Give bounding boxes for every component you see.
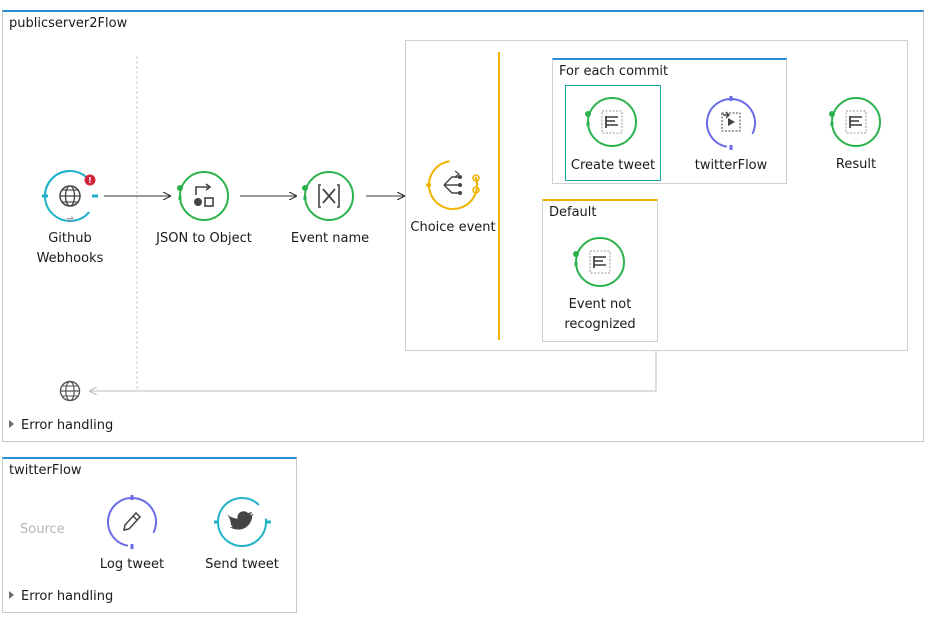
error-handling-label: Error handling xyxy=(21,589,114,604)
choice-router-divider xyxy=(498,52,500,340)
error-handling-toggle-main[interactable]: Error handling xyxy=(9,418,113,433)
create-tweet-label: Create tweet xyxy=(570,158,656,173)
twitter-flow-ref-label: twitterFlow xyxy=(694,158,768,173)
event-not-recognized-node[interactable] xyxy=(572,236,628,290)
svg-text:⇌: ⇌ xyxy=(66,215,74,225)
result-label: Result xyxy=(835,157,877,172)
json-to-object-node[interactable] xyxy=(176,170,232,224)
flow-reference-icon xyxy=(721,111,741,132)
event-name-node[interactable] xyxy=(301,170,357,224)
error-handling-toggle-twitter[interactable]: Error handling xyxy=(9,589,113,604)
twitter-flow-ref-node[interactable] xyxy=(703,95,759,151)
event-not-recognized-label: Event not recognized xyxy=(564,297,636,332)
twitter-bird-icon xyxy=(225,511,254,530)
log-tweet-node[interactable] xyxy=(104,494,160,550)
choice-router-icon xyxy=(443,170,462,195)
json-to-object-label: JSON to Object xyxy=(156,231,252,246)
default-scope-title: Default xyxy=(549,205,597,220)
choice-event-label: Choice event xyxy=(410,220,496,235)
globe-icon xyxy=(59,185,81,207)
for-each-scope-title: For each commit xyxy=(559,64,669,79)
github-webhooks-node[interactable]: ! ⇌ xyxy=(41,170,101,226)
svg-text:!: ! xyxy=(88,176,92,185)
expand-triangle-icon xyxy=(9,420,14,428)
expand-triangle-icon xyxy=(9,591,14,599)
send-tweet-label: Send tweet xyxy=(205,557,279,572)
result-node[interactable] xyxy=(828,96,884,150)
pencil-icon xyxy=(123,511,142,531)
choice-event-node[interactable] xyxy=(425,157,485,213)
github-webhooks-label: Github Webhooks xyxy=(36,231,104,266)
response-globe-icon[interactable] xyxy=(59,380,81,402)
send-tweet-node[interactable] xyxy=(213,494,273,550)
error-handling-label: Error handling xyxy=(21,418,114,433)
log-tweet-label: Log tweet xyxy=(99,557,165,572)
create-tweet-node[interactable] xyxy=(584,96,640,150)
event-name-label: Event name xyxy=(290,231,370,246)
flow-title[interactable]: twitterFlow xyxy=(9,463,82,478)
source-placeholder[interactable]: Source xyxy=(20,522,65,537)
